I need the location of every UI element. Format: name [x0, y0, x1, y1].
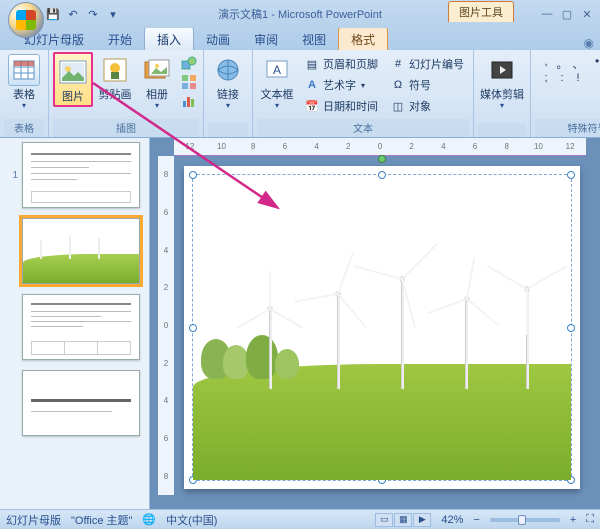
- close-button[interactable]: ✕: [578, 7, 596, 21]
- thumbnail-panel[interactable]: 1: [0, 138, 150, 509]
- shapes-icon[interactable]: [181, 55, 197, 71]
- qat-dropdown-icon[interactable]: ▾: [106, 7, 120, 21]
- slide-edit-area[interactable]: 12108642024681012 864202468: [150, 138, 600, 509]
- group-illustrations: 图片 剪贴画 相册 ▾ 插图 插图: [49, 50, 204, 137]
- slide-canvas[interactable]: [184, 166, 580, 489]
- textbox-icon: A: [261, 54, 293, 86]
- album-icon: [141, 54, 173, 86]
- hyperlink-icon: [212, 54, 244, 86]
- office-button[interactable]: [8, 2, 44, 38]
- datetime-icon: 📅: [304, 98, 320, 114]
- ribbon-tabs: 幻灯片母版 开始 插入 动画 审阅 视图 格式 ◉: [0, 28, 600, 50]
- tab-review[interactable]: 审阅: [242, 28, 290, 50]
- app-name: Microsoft PowerPoint: [278, 9, 382, 21]
- window-controls: — ▢ ✕: [538, 7, 596, 21]
- slide-number-button[interactable]: #幻灯片编号: [387, 54, 467, 74]
- table-button[interactable]: 表格 ▾: [4, 52, 44, 112]
- textbox-button[interactable]: A 文本框 ▾: [257, 52, 297, 112]
- dropdown-icon: ▾: [275, 101, 279, 110]
- datetime-button[interactable]: 📅日期和时间: [301, 96, 381, 116]
- thumbnail-2[interactable]: [22, 218, 140, 284]
- title-bar: 💾 ↶ ↷ ▾ 演示文稿1 - Microsoft PowerPoint 图片工…: [0, 0, 600, 28]
- tab-insert[interactable]: 插入: [144, 27, 194, 50]
- group-text: A 文本框 ▾ ▤页眉和页脚 A艺术字▾ 📅日期和时间 #幻灯片编号 Ω符号 ◫…: [253, 50, 474, 137]
- thumbnail-3[interactable]: [22, 294, 140, 360]
- redo-icon[interactable]: ↷: [86, 7, 100, 21]
- album-button[interactable]: 相册 ▾: [137, 52, 177, 112]
- header-footer-icon: ▤: [304, 56, 320, 72]
- wordart-icon: A: [304, 77, 320, 93]
- dropdown-icon: ▾: [155, 101, 159, 110]
- sorter-view-button[interactable]: ▦: [394, 513, 412, 527]
- quick-access-toolbar: 💾 ↶ ↷ ▾: [46, 7, 120, 21]
- workspace: 1: [0, 138, 600, 509]
- zoom-level[interactable]: 42%: [441, 514, 463, 526]
- picture-button[interactable]: 图片: [53, 52, 93, 107]
- object-icon: ◫: [390, 98, 406, 114]
- zoom-in-button[interactable]: +: [570, 514, 576, 526]
- symbol-icon: Ω: [390, 77, 406, 93]
- slide-number-icon: #: [390, 56, 406, 72]
- group-media: 媒体剪辑 ▾: [474, 50, 531, 137]
- minimize-button[interactable]: —: [538, 7, 556, 21]
- status-language: 中文(中国): [166, 512, 217, 528]
- group-links: 链接 ▾: [204, 50, 253, 137]
- ruler-horizontal: 12108642024681012: [174, 138, 586, 156]
- media-icon: [486, 54, 518, 86]
- chart-icon[interactable]: [181, 93, 197, 109]
- thumbnail-4[interactable]: [22, 370, 140, 436]
- doc-name: 演示文稿1: [218, 9, 268, 21]
- tab-view[interactable]: 视图: [290, 28, 338, 50]
- table-icon: [8, 54, 40, 86]
- clipart-button[interactable]: 剪贴画: [95, 52, 135, 103]
- wordart-button[interactable]: A艺术字▾: [301, 75, 381, 95]
- view-buttons: ▭ ▦ ▶: [375, 513, 431, 527]
- svg-text:A: A: [273, 63, 281, 77]
- symbols-more-button[interactable]: • 符号 ▾: [595, 52, 600, 69]
- save-icon[interactable]: 💾: [46, 7, 60, 21]
- header-footer-button[interactable]: ▤页眉和页脚: [301, 54, 381, 74]
- smartart-icon[interactable]: [181, 74, 197, 90]
- help-icon[interactable]: ◉: [584, 36, 594, 50]
- normal-view-button[interactable]: ▭: [375, 513, 393, 527]
- selected-picture[interactable]: [192, 174, 572, 481]
- symbol-grid[interactable]: , 。 、 ; : !: [535, 52, 589, 90]
- zoom-out-button[interactable]: −: [473, 514, 479, 526]
- group-tables: 表格 ▾ 表格: [0, 50, 49, 137]
- media-clip-button[interactable]: 媒体剪辑 ▾: [478, 52, 526, 112]
- group-label-illustrations: 插图: [53, 119, 199, 137]
- slideshow-button[interactable]: ▶: [413, 513, 431, 527]
- inserted-image: [193, 175, 571, 480]
- contextual-tab-label: 图片工具: [448, 1, 514, 22]
- dropdown-icon: ▾: [22, 101, 26, 110]
- thumbnail-1[interactable]: [22, 142, 140, 208]
- rotate-handle[interactable]: [378, 155, 386, 163]
- clipart-icon: [99, 54, 131, 86]
- dropdown-icon: ▾: [500, 101, 504, 110]
- symbol-button[interactable]: Ω符号: [387, 75, 467, 95]
- zoom-slider[interactable]: [490, 518, 560, 522]
- ruler-vertical: 864202468: [158, 156, 174, 495]
- ribbon: 表格 ▾ 表格 图片 剪贴画: [0, 50, 600, 138]
- status-theme: "Office 主题": [71, 512, 132, 528]
- tab-animations[interactable]: 动画: [194, 28, 242, 50]
- zoom-thumb[interactable]: [518, 515, 526, 525]
- dropdown-icon: ▾: [226, 101, 230, 110]
- restore-button[interactable]: ▢: [558, 7, 576, 21]
- language-icon[interactable]: 🌐: [142, 513, 156, 526]
- fit-button[interactable]: ⛶: [586, 513, 594, 526]
- tab-home[interactable]: 开始: [96, 28, 144, 50]
- object-button[interactable]: ◫对象: [387, 96, 467, 116]
- status-bar: 幻灯片母版 "Office 主题" 🌐 中文(中国) ▭ ▦ ▶ 42% − +…: [0, 509, 600, 529]
- hyperlink-button[interactable]: 链接 ▾: [208, 52, 248, 112]
- tab-format[interactable]: 格式: [338, 27, 388, 50]
- undo-icon[interactable]: ↶: [66, 7, 80, 21]
- group-symbols: , 。 、 ; : ! • 符号 ▾ 特殊符号: [531, 50, 600, 137]
- status-view: 幻灯片母版: [6, 512, 61, 528]
- picture-icon: [57, 56, 89, 88]
